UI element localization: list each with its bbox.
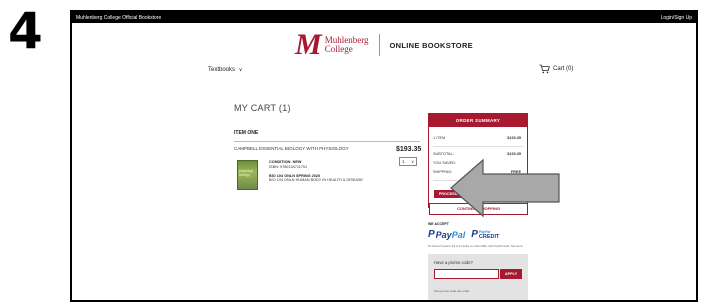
order-summary-title: ORDER SUMMARY — [429, 114, 527, 127]
book-cover-text: essential biology — [239, 169, 253, 177]
items-value: $193.35 — [507, 136, 521, 140]
step-number: 4 — [8, 2, 43, 60]
book-cover-image[interactable]: essential biology — [237, 160, 258, 190]
site-name: Muhlenberg College Official Bookstore — [76, 14, 162, 21]
paypal-credit-icon: P — [471, 229, 478, 240]
site-logo[interactable]: M Muhlenberg College ONLINE BOOKSTORE — [72, 28, 696, 61]
paypal-word-1: Pay — [435, 229, 452, 240]
paypal-credit-logo: PayPal CREDIT — [479, 230, 499, 240]
isbn-text: ISBN: 9780134711751 — [269, 164, 308, 169]
cart-link[interactable]: Cart (0) — [539, 64, 573, 74]
top-bar: Muhlenberg College Official Bookstore Lo… — [72, 12, 696, 23]
store-label: ONLINE BOOKSTORE — [389, 40, 473, 50]
summary-items-row: 1 ITEM $193.35 — [433, 136, 521, 140]
promo-question: Have a promo code? — [434, 260, 473, 265]
course-name: BIO 104 ONLN HUMAN BODY IN HEALTH & DISE… — [269, 178, 363, 183]
textbooks-menu[interactable]: Textbooks ∨ — [208, 67, 242, 73]
product-details: CONDITION: NEW ISBN: 9780134711751 BIO 1… — [269, 160, 363, 183]
subtotal-label: SUBTOTAL: — [433, 152, 454, 156]
logo-divider — [378, 34, 380, 56]
payment-logos: P PayPal P PayPal CREDIT — [428, 229, 499, 240]
subtotal-row: SUBTOTAL: $193.35 — [433, 152, 521, 156]
promo-code-panel: Have a promo code? APPLY One promo code … — [428, 254, 528, 300]
college-name-line2: College — [324, 44, 353, 54]
paypal-icon: P — [428, 229, 435, 240]
quantity-select[interactable]: 1 ∨ — [399, 157, 417, 166]
product-title[interactable]: CAMPBELL ESSENTIAL BIOLOGY WITH PHYSIOLO… — [234, 146, 349, 151]
chevron-down-icon: ∨ — [411, 159, 414, 164]
cart-label: Cart (0) — [553, 66, 574, 72]
browser-screenshot: Muhlenberg College Official Bookstore Lo… — [70, 10, 698, 302]
items-label: 1 ITEM — [433, 136, 446, 140]
promo-code-input[interactable] — [434, 269, 499, 279]
product-price: $193.35 — [396, 146, 422, 153]
paypal-word-2: Pal — [451, 229, 466, 240]
paypal-logo: PayPal — [436, 230, 466, 240]
promo-note: One promo code per order. — [434, 289, 471, 293]
course-term: BIO 104 ONLN SPRING 2020 — [269, 173, 321, 178]
cart-icon — [539, 64, 550, 74]
chevron-down-icon: ∨ — [238, 67, 243, 73]
condition-text: CONDITION: NEW — [269, 160, 302, 164]
divider — [234, 141, 420, 142]
divider — [433, 146, 523, 147]
muhlenberg-logo-mark: M — [295, 28, 322, 61]
apply-promo-button[interactable]: APPLY — [500, 269, 522, 279]
we-accept-label: WE ACCEPT — [428, 222, 449, 226]
paypal-credit-note: No Interest if paid in full in 6 months … — [428, 245, 524, 248]
subtotal-value: $193.35 — [507, 152, 521, 156]
pointer-arrow-icon — [450, 158, 560, 218]
college-name: Muhlenberg College — [325, 36, 369, 54]
page-title: MY CART (1) — [234, 103, 291, 113]
quantity-value: 1 — [402, 159, 405, 164]
item-heading: ITEM ONE — [234, 130, 259, 136]
textbooks-label: Textbooks — [208, 67, 236, 73]
login-link[interactable]: Login/Sign Up — [661, 15, 692, 21]
paypal-credit-word: CREDIT — [478, 233, 500, 240]
